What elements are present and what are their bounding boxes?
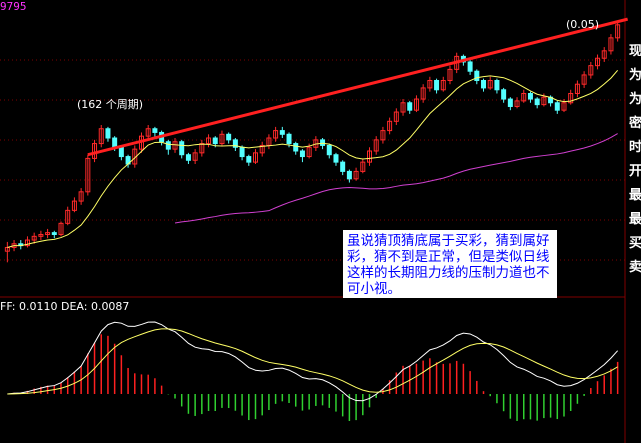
- right-info-char: 开: [629, 164, 641, 179]
- candle-body: [474, 70, 480, 82]
- candle-body: [286, 133, 292, 145]
- macd-dea-line: [7, 328, 618, 395]
- right-info-char: 现: [629, 44, 641, 59]
- candle-body: [299, 150, 305, 158]
- candle-body: [320, 139, 326, 146]
- candle-body: [246, 156, 252, 163]
- right-info-char: 密: [629, 116, 641, 131]
- candle-body: [481, 80, 487, 89]
- right-info-char: 最: [629, 212, 641, 227]
- right-info-column: 现 为 为 密 时 开 最 最 买 卖: [629, 40, 641, 280]
- candle-body: [494, 80, 500, 91]
- candle-body: [239, 146, 245, 158]
- candle-body: [554, 102, 560, 111]
- candle-body: [467, 61, 473, 72]
- candle-body: [507, 98, 513, 107]
- candle-body: [118, 146, 124, 158]
- right-info-char: 卖: [629, 260, 641, 275]
- candle-body: [152, 128, 158, 133]
- macd-header: FF: 0.0110 DEA: 0.0087: [0, 300, 130, 313]
- candle-body: [226, 133, 232, 141]
- candle-body: [407, 102, 413, 111]
- right-info-char: 买: [629, 236, 641, 251]
- candle-body: [179, 141, 185, 156]
- slope-label: (0.05): [566, 18, 600, 31]
- candle-body: [501, 89, 507, 100]
- right-info-char: 最: [629, 188, 641, 203]
- candle-body: [346, 170, 352, 180]
- candle-body: [293, 143, 299, 152]
- candle-body: [326, 144, 332, 156]
- candle-body: [333, 154, 339, 163]
- macd-dif-line: [7, 321, 619, 402]
- candle-body: [105, 128, 111, 139]
- resistance-line: [87, 17, 629, 157]
- period-count-label: (162 个周期): [77, 98, 144, 111]
- candle-body: [279, 130, 285, 135]
- price-corner-label: 9795: [0, 0, 27, 13]
- right-info-char: 为: [629, 92, 641, 107]
- candle-body: [527, 92, 533, 100]
- candle-body: [212, 137, 218, 145]
- candle-body: [51, 232, 57, 235]
- candle-body: [340, 161, 346, 172]
- price-chart: [0, 0, 629, 443]
- candle-body: [534, 98, 540, 106]
- candle-body: [434, 80, 440, 91]
- candle-body: [185, 154, 191, 161]
- candle-body: [165, 141, 171, 150]
- right-info-char: 时: [629, 140, 641, 155]
- candle-body: [112, 137, 118, 148]
- right-info-char: 为: [629, 68, 641, 83]
- annotation-box: 虽说猜顶猜底属于买彩，猜到属好彩，猜不到是正常，但是类似日线这样的长期阻力线的压…: [343, 230, 557, 298]
